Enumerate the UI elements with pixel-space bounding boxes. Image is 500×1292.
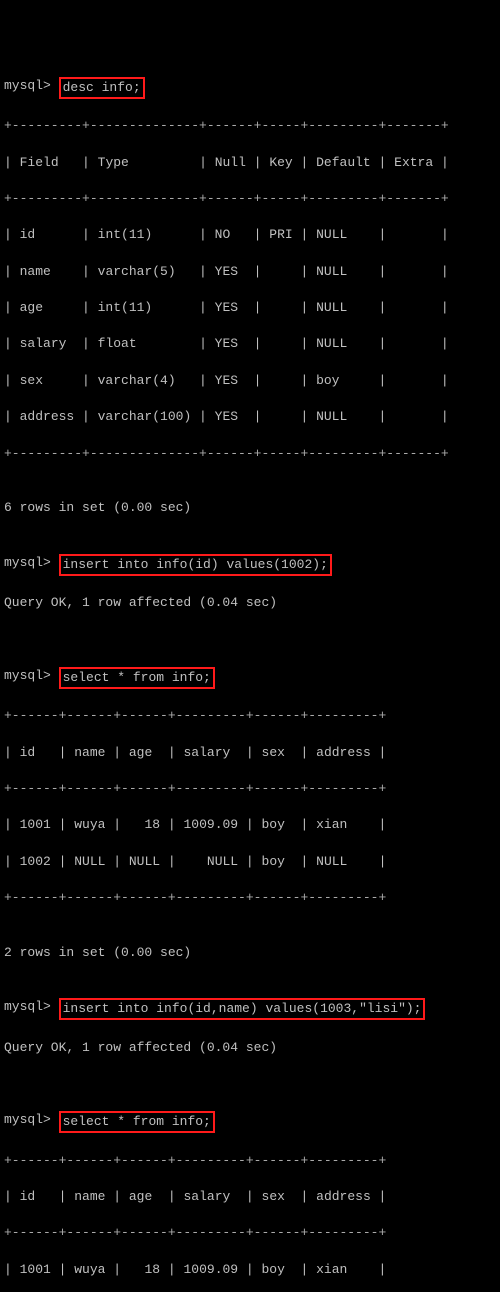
col-age: age [129, 1189, 152, 1204]
cell: 1001 [20, 1262, 51, 1277]
col-extra: Extra [394, 155, 433, 170]
mysql-prompt: mysql> [4, 1111, 51, 1129]
cell: YES [215, 409, 238, 424]
cell: age [20, 300, 43, 315]
cell: salary [20, 336, 67, 351]
cell: YES [215, 373, 238, 388]
col-name: name [74, 745, 105, 760]
cell: varchar(100) [98, 409, 192, 424]
col-type: Type [98, 155, 129, 170]
cell: boy [262, 817, 285, 832]
cell: id [20, 227, 36, 242]
col-salary: salary [183, 745, 230, 760]
mysql-prompt: mysql> [4, 998, 51, 1016]
cell: NULL [74, 854, 105, 869]
select-row: | 1002 | NULL | NULL | NULL | boy | NULL… [4, 853, 496, 871]
mysql-prompt: mysql> [4, 77, 51, 95]
col-address: address [316, 745, 371, 760]
cell: 1009.09 [183, 1262, 238, 1277]
command-select: select * from info; [59, 1111, 215, 1133]
cell: YES [215, 264, 238, 279]
mysql-prompt: mysql> [4, 554, 51, 572]
table-border: +---------+--------------+------+-----+-… [4, 117, 496, 135]
cell: wuya [74, 1262, 105, 1277]
response-text: 6 rows in set (0.00 sec) [4, 500, 191, 515]
col-id: id [20, 1189, 36, 1204]
col-age: age [129, 745, 152, 760]
cell: NULL [316, 264, 347, 279]
select-header-row: | id | name | age | salary | sex | addre… [4, 744, 496, 762]
cell: boy [316, 373, 339, 388]
table-border: +------+------+------+---------+------+-… [4, 707, 496, 725]
col-id: id [20, 745, 36, 760]
response-text: 2 rows in set (0.00 sec) [4, 945, 191, 960]
response-rows: 2 rows in set (0.00 sec) [4, 925, 496, 980]
response-ok: Query OK, 1 row affected (0.04 sec) [4, 594, 496, 612]
col-name: name [74, 1189, 105, 1204]
table-border: +------+------+------+---------+------+-… [4, 1224, 496, 1242]
desc-row: | name | varchar(5) | YES | | NULL | | [4, 263, 496, 281]
table-border: +------+------+------+---------+------+-… [4, 889, 496, 907]
cell: PRI [269, 227, 292, 242]
response-ok: Query OK, 1 row affected (0.04 sec) [4, 1039, 496, 1057]
table-border: +------+------+------+---------+------+-… [4, 780, 496, 798]
cell: 1002 [20, 854, 51, 869]
col-null: Null [215, 155, 246, 170]
cell: xian [316, 1262, 347, 1277]
cell: NULL [129, 854, 160, 869]
cell: address [20, 409, 75, 424]
cell: NULL [316, 300, 347, 315]
cell: 18 [144, 817, 160, 832]
cell: name [20, 264, 51, 279]
cell: NULL [207, 854, 238, 869]
select-row: | 1001 | wuya | 18 | 1009.09 | boy | xia… [4, 816, 496, 834]
desc-row: | sex | varchar(4) | YES | | boy | | [4, 372, 496, 390]
desc-row: | id | int(11) | NO | PRI | NULL | | [4, 226, 496, 244]
command-select: select * from info; [59, 667, 215, 689]
cell: varchar(5) [98, 264, 176, 279]
desc-row: | age | int(11) | YES | | NULL | | [4, 299, 496, 317]
cell: float [98, 336, 137, 351]
response-rows: 6 rows in set (0.00 sec) [4, 481, 496, 536]
cell: NULL [316, 854, 347, 869]
col-field: Field [20, 155, 59, 170]
desc-row: | salary | float | YES | | NULL | | [4, 335, 496, 353]
desc-row: | address | varchar(100) | YES | | NULL … [4, 408, 496, 426]
col-address: address [316, 1189, 371, 1204]
cell: NULL [316, 336, 347, 351]
command-insert: insert into info(id) values(1002); [59, 554, 332, 576]
cell: sex [20, 373, 43, 388]
cell: int(11) [98, 227, 153, 242]
cell: boy [262, 1262, 285, 1277]
col-salary: salary [183, 1189, 230, 1204]
cell: NULL [316, 227, 347, 242]
select-header-row: | id | name | age | salary | sex | addre… [4, 1188, 496, 1206]
command-desc: desc info; [59, 77, 145, 99]
cell: 18 [144, 1262, 160, 1277]
cell: 1001 [20, 817, 51, 832]
cell: 1009.09 [183, 817, 238, 832]
cell: NULL [316, 409, 347, 424]
cell: boy [262, 854, 285, 869]
cell: NO [215, 227, 231, 242]
cell: YES [215, 300, 238, 315]
table-border: +---------+--------------+------+-----+-… [4, 190, 496, 208]
cell: wuya [74, 817, 105, 832]
col-key: Key [269, 155, 292, 170]
cell: int(11) [98, 300, 153, 315]
table-border: +------+------+------+---------+------+-… [4, 1152, 496, 1170]
cell: YES [215, 336, 238, 351]
col-sex: sex [262, 1189, 285, 1204]
cell: xian [316, 817, 347, 832]
table-border: +---------+--------------+------+-----+-… [4, 445, 496, 463]
col-default: Default [316, 155, 371, 170]
desc-header-row: | Field | Type | Null | Key | Default | … [4, 154, 496, 172]
mysql-prompt: mysql> [4, 667, 51, 685]
cell: varchar(4) [98, 373, 176, 388]
command-insert: insert into info(id,name) values(1003,"l… [59, 998, 426, 1020]
select-row: | 1001 | wuya | 18 | 1009.09 | boy | xia… [4, 1261, 496, 1279]
col-sex: sex [262, 745, 285, 760]
